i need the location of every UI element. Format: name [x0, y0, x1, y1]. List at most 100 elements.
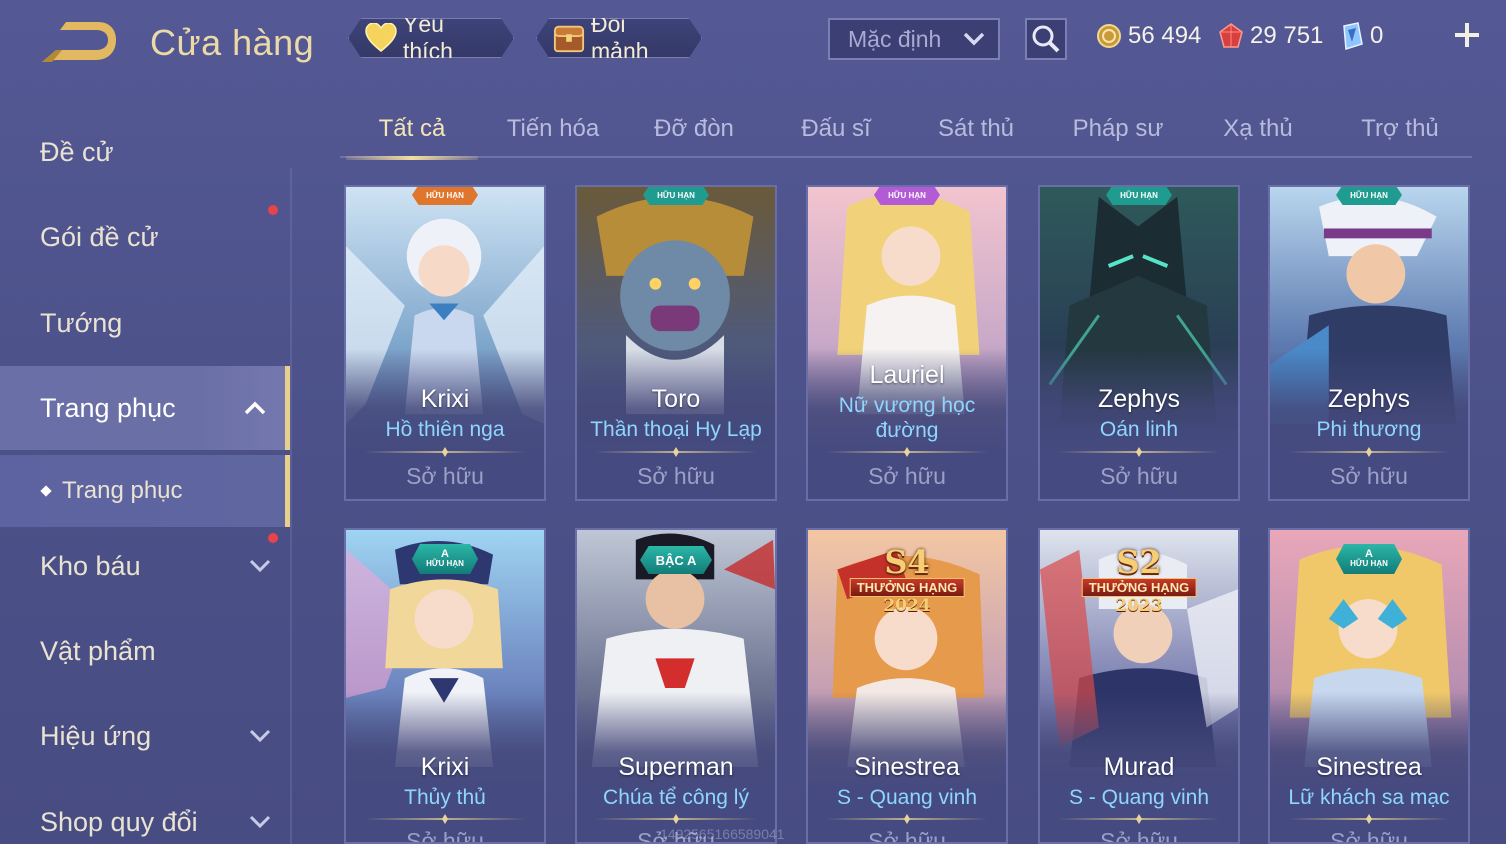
tab-dau-si[interactable]: Đấu sĩ: [766, 112, 906, 156]
card-divider: [1288, 818, 1450, 820]
plus-icon: [1455, 23, 1479, 47]
exchange-button[interactable]: Đổi mảnh: [536, 18, 702, 58]
sidebar-item-label: Vật phẩm: [40, 635, 156, 666]
notification-dot: [268, 533, 278, 543]
sidebar-item-label: Hiệu ứng: [40, 720, 152, 751]
owned-label: Sở hữu: [868, 828, 946, 844]
owned-label: Sở hữu: [406, 463, 484, 489]
search-button[interactable]: [1025, 18, 1067, 60]
sort-dropdown[interactable]: Mặc định: [828, 18, 1000, 60]
search-icon: [1032, 25, 1060, 53]
chest-icon: [553, 23, 585, 53]
tier-a-badge: A HỮU HẠN: [412, 544, 478, 574]
sidebar-item-label: Kho báu: [40, 550, 141, 581]
skin-name: Chúa tể công lý: [603, 786, 749, 809]
voucher-balance: 29 751: [1218, 18, 1323, 54]
sidebar-divider: [290, 168, 292, 844]
notification-dot: [268, 205, 278, 215]
bac-a-badge: BẬC A: [640, 546, 712, 574]
chevron-down-icon: [249, 559, 271, 573]
tab-tat-ca[interactable]: Tất cả: [342, 112, 482, 160]
skin-card[interactable]: HỮU HẠN Krixi Hồ thiên nga Sở hữu: [344, 185, 546, 501]
tab-do-don[interactable]: Đỡ đòn: [624, 112, 764, 156]
sidebar-item-label: Gói đề cử: [40, 221, 159, 252]
sidebar-item-label: Tướng: [40, 307, 123, 338]
sidebar: Đề cử Gói đề cử Tướng Trang phục Trang p…: [0, 108, 292, 844]
sidebar-item-de-cu[interactable]: Đề cử: [0, 110, 290, 194]
skin-name: Lữ khách sa mạc: [1288, 786, 1450, 809]
skin-card[interactable]: BẬC A Superman Chúa tể công lý Sở hữu: [575, 528, 777, 844]
limited-badge: HỮU HẠN: [412, 187, 478, 205]
watermark-id: 1492565166589041: [660, 826, 785, 842]
owned-label: Sở hữu: [868, 463, 946, 489]
exchange-label: Đổi mảnh: [591, 11, 649, 64]
sidebar-subitem-trang-phuc[interactable]: Trang phục: [0, 455, 290, 527]
skin-name: Phi thương: [1316, 418, 1422, 441]
card-divider: [1058, 818, 1220, 820]
skin-card[interactable]: HỮU HẠN Zephys Phi thương Sở hữu: [1268, 185, 1470, 501]
favorites-button[interactable]: Yêu thích: [348, 18, 514, 58]
limited-badge: HỮU HẠN: [874, 187, 940, 205]
card-divider: [1058, 451, 1220, 453]
crystal-value: 0: [1370, 22, 1384, 49]
owned-label: Sở hữu: [637, 463, 715, 489]
blue-crystal-icon: [1343, 22, 1363, 50]
hero-name: Zephys: [1328, 385, 1410, 413]
back-button[interactable]: [38, 22, 118, 66]
skin-name: S - Quang vinh: [836, 786, 978, 809]
back-arrow-icon: [42, 22, 116, 62]
gold-value: 56 494: [1128, 22, 1202, 49]
favorites-label: Yêu thích: [403, 11, 453, 64]
tab-tro-thu[interactable]: Trợ thủ: [1330, 112, 1470, 156]
hero-name: Superman: [618, 753, 734, 781]
card-divider: [595, 818, 757, 820]
skin-card[interactable]: A HỮU HẠN Sinestrea Lữ khách sa mạc Sở h…: [1268, 528, 1470, 844]
skin-card[interactable]: S4 THƯỞNG HẠNG 2024 Sinestrea S - Quang …: [806, 528, 1008, 844]
gold-balance: 56 494: [1096, 18, 1201, 54]
hero-name: Sinestrea: [1316, 753, 1422, 781]
sidebar-item-tuong[interactable]: Tướng: [0, 281, 290, 365]
sidebar-item-label: Trang phục: [40, 392, 176, 423]
chevron-down-icon: [249, 729, 271, 743]
sidebar-item-goi-de-cu[interactable]: Gói đề cử: [0, 195, 290, 279]
hero-name: Krixi: [420, 753, 470, 781]
skin-name: Oán linh: [1099, 418, 1179, 441]
skin-name: Thủy thủ: [404, 786, 486, 809]
ranked-reward-badge: S4 THƯỞNG HẠNG 2024: [849, 546, 965, 615]
skin-card[interactable]: HỮU HẠN Zephys Oán linh Sở hữu: [1038, 185, 1240, 501]
sort-value: Mặc định: [848, 25, 942, 52]
hero-name: Zephys: [1098, 385, 1180, 413]
tab-tien-hoa[interactable]: Tiến hóa: [483, 112, 623, 156]
tab-phap-su[interactable]: Pháp sư: [1048, 112, 1188, 156]
chevron-down-icon: [249, 815, 271, 829]
hero-name: Toro: [651, 385, 701, 413]
hero-name: Sinestrea: [854, 753, 960, 781]
sidebar-item-vat-pham[interactable]: Vật phẩm: [0, 609, 290, 693]
hero-name: Krixi: [420, 385, 470, 413]
skin-name: Nữ vương học đường: [838, 394, 976, 442]
sidebar-item-trang-phuc[interactable]: Trang phục: [0, 366, 290, 450]
voucher-value: 29 751: [1250, 22, 1324, 49]
limited-badge: HỮU HẠN: [1336, 187, 1402, 205]
sidebar-item-shop-quy-doi[interactable]: Shop quy đổi: [0, 780, 290, 844]
skin-name: Hồ thiên nga: [385, 418, 505, 441]
card-divider: [364, 818, 526, 820]
tab-sat-thu[interactable]: Sát thủ: [906, 112, 1046, 156]
skin-card[interactable]: A HỮU HẠN Krixi Thủy thủ Sở hữu: [344, 528, 546, 844]
page-title: Cửa hàng: [150, 22, 315, 63]
skin-card[interactable]: HỮU HẠN Toro Thần thoại Hy Lạp Sở hữu: [575, 185, 777, 501]
ranked-reward-badge: S2 THƯỞNG HẠNG 2023: [1081, 546, 1197, 615]
chevron-down-icon: [963, 32, 985, 46]
limited-badge: HỮU HẠN: [643, 187, 709, 205]
skin-card[interactable]: HỮU HẠN Lauriel Nữ vương học đường Sở hữ…: [806, 185, 1008, 501]
gold-coin-icon: [1097, 24, 1121, 48]
tab-xa-thu[interactable]: Xạ thủ: [1188, 112, 1328, 156]
sidebar-item-kho-bau[interactable]: Kho báu: [0, 524, 290, 608]
limited-badge: HỮU HẠN: [1106, 187, 1172, 205]
sidebar-item-label: Shop quy đổi: [40, 806, 198, 837]
sidebar-item-hieu-ung[interactable]: Hiệu ứng: [0, 694, 290, 778]
add-currency-button[interactable]: [1450, 18, 1484, 52]
skin-card[interactable]: S2 THƯỞNG HẠNG 2023 Murad S - Quang vinh…: [1038, 528, 1240, 844]
card-divider: [595, 451, 757, 453]
card-divider: [826, 818, 988, 820]
